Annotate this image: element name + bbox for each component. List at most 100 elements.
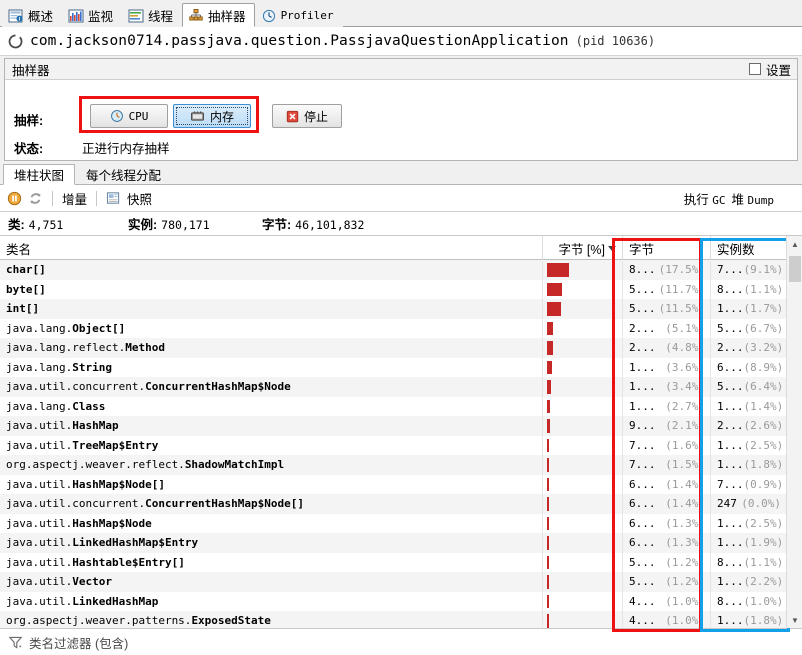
table-body: char[] 8... (17.5%) 7... (9.1%) byte[] 5... (11… xyxy=(0,260,802,628)
table-row[interactable]: java.util.Hashtable$Entry[] 5... (1.2%) 8..… xyxy=(0,552,802,572)
instances-percent: (1.1%) xyxy=(743,555,784,569)
tab-threads[interactable]: 线程 xyxy=(122,3,183,27)
class-name-filter-bar[interactable]: 类名过滤器 (包含) xyxy=(0,628,802,655)
table-row[interactable]: java.util.HashMap$Node[] 6... (1.4%) 7... (0… xyxy=(0,474,802,494)
column-header-instances[interactable]: 实例数 xyxy=(711,236,787,260)
column-header-bytes[interactable]: 字节 xyxy=(623,236,711,260)
cell-bytes: 4... (1.0%) xyxy=(623,591,711,611)
refresh-icon[interactable] xyxy=(28,191,43,206)
scroll-up-icon[interactable]: ▲ xyxy=(787,236,802,252)
table-row[interactable]: java.util.LinkedHashMap 4... (1.0%) 8... (1.… xyxy=(0,591,802,611)
cell-class-name: java.util.HashMap$Node xyxy=(0,513,543,533)
subtab-heap-histogram[interactable]: 堆柱状图 xyxy=(3,164,76,185)
column-header-class-name[interactable]: 类名 xyxy=(0,236,543,260)
instances-value: 5... xyxy=(717,380,744,393)
table-row[interactable]: org.aspectj.weaver.patterns.ExposedState… xyxy=(0,611,802,628)
table-row[interactable]: java.util.LinkedHashMap$Entry 6... (1.3%) 1… xyxy=(0,533,802,553)
stop-sampling-button[interactable]: 停止 xyxy=(272,104,342,128)
table-row[interactable]: java.lang.Class 1... (2.7%) 1... (1.4%) xyxy=(0,396,802,416)
cell-instances: 1... (1.8%) xyxy=(711,455,787,475)
table-row[interactable]: java.util.HashMap$Node 6... (1.3%) 1... (2.5… xyxy=(0,513,802,533)
cell-bytes-bar xyxy=(543,533,623,553)
table-row[interactable]: org.aspectj.weaver.reflect.ShadowMatchIm… xyxy=(0,455,802,475)
snapshot-icon[interactable] xyxy=(106,191,121,205)
cell-bytes-bar xyxy=(543,279,623,299)
class-package: java.util. xyxy=(6,536,73,549)
cell-bytes: 5... (11.7%) xyxy=(623,279,711,299)
bytes-percent-bar xyxy=(547,438,549,452)
bytes-percent: (1.5%) xyxy=(665,458,705,471)
bytes-value: 1... xyxy=(629,360,656,374)
table-row[interactable]: java.lang.String 1... (3.6%) 6... (8.9%) xyxy=(0,357,802,377)
cell-bytes-bar xyxy=(543,552,623,572)
delta-button[interactable]: 增量 xyxy=(62,189,87,208)
tab-profiler[interactable]: Profiler xyxy=(254,3,343,27)
bytes-percent: (1.0%) xyxy=(665,594,705,608)
table-row[interactable]: java.util.Vector 5... (1.2%) 1... (2.2%) xyxy=(0,572,802,592)
class-simple-name: Vector xyxy=(72,575,112,588)
cell-instances: 1... (1.7%) xyxy=(711,299,787,319)
sort-descending-icon xyxy=(608,245,616,251)
bytes-value: 8... xyxy=(629,263,656,276)
cell-instances: 1... (2.5%) xyxy=(711,513,787,533)
bytes-percent: (1.2%) xyxy=(665,555,705,569)
table-row[interactable]: java.lang.reflect.Method 2... (4.8%) 2... (3… xyxy=(0,338,802,358)
table-vertical-scrollbar[interactable]: ▲ ▼ xyxy=(786,236,802,628)
instances-value: 1... xyxy=(717,614,744,627)
perform-gc-button[interactable]: 执行 GC xyxy=(684,189,726,208)
table-row[interactable]: byte[] 5... (11.7%) 8... (1.1%) xyxy=(0,279,802,299)
tab-sampler[interactable]: 抽样器 xyxy=(182,3,255,27)
scroll-down-icon[interactable]: ▼ xyxy=(787,612,802,628)
column-header-bytes-percent[interactable]: 字节 [%] xyxy=(543,236,623,260)
table-row[interactable]: java.util.concurrent.ConcurrentHashMap$N… xyxy=(0,494,802,514)
subtab-per-thread-allocation[interactable]: 每个线程分配 xyxy=(75,163,172,184)
heap-dump-button[interactable]: 堆 Dump xyxy=(732,189,775,208)
cell-bytes-bar xyxy=(543,494,623,514)
stat-instances-label: 实例: xyxy=(128,218,158,232)
memory-sampling-button[interactable]: 内存 xyxy=(173,104,251,128)
instances-value: 2... xyxy=(717,419,744,432)
scrollbar-thumb[interactable] xyxy=(789,256,801,282)
settings-checkbox[interactable] xyxy=(748,63,761,75)
instances-percent: (1.1%) xyxy=(743,282,784,296)
table-row[interactable]: java.lang.Object[] 2... (5.1%) 5... (6.7%) xyxy=(0,318,802,338)
bytes-value: 6... xyxy=(629,536,656,549)
instances-value: 1... xyxy=(717,458,744,471)
table-row[interactable]: int[] 5... (11.5%) 1... (1.7%) xyxy=(0,299,802,319)
cell-bytes-bar xyxy=(543,611,623,628)
instances-value: 1... xyxy=(717,438,744,452)
snapshot-button[interactable]: 快照 xyxy=(127,189,152,208)
funnel-filter-icon[interactable] xyxy=(8,635,23,650)
bytes-percent: (11.7%) xyxy=(658,282,705,296)
cell-instances: 7... (9.1%) xyxy=(711,260,787,280)
cell-class-name: java.util.TreeMap$Entry xyxy=(0,435,543,455)
bytes-percent: (1.6%) xyxy=(665,438,705,452)
cell-class-name: java.lang.String xyxy=(0,357,543,377)
table-row[interactable]: java.util.concurrent.ConcurrentHashMap$N… xyxy=(0,377,802,397)
table-row[interactable]: java.util.TreeMap$Entry 7... (1.6%) 1... (2.… xyxy=(0,435,802,455)
instances-percent: (0.9%) xyxy=(743,477,784,491)
bytes-value: 4... xyxy=(629,614,656,627)
sampler-panel-body: 抽样: 状态: 正进行内存抽样 CPU 内存 停止 xyxy=(5,80,797,160)
stat-instances: 实例: 780,171 xyxy=(128,214,210,233)
pause-icon[interactable] xyxy=(7,191,22,206)
instances-percent: (1.8%) xyxy=(743,458,784,471)
tab-overview[interactable]: 概述 xyxy=(2,3,63,27)
instances-percent: (2.5%) xyxy=(743,516,784,530)
cell-bytes: 8... (17.5%) xyxy=(623,260,711,280)
cpu-sampling-button[interactable]: CPU xyxy=(90,104,168,128)
stat-classes-value: 4,751 xyxy=(28,218,64,232)
bytes-percent-bar xyxy=(547,263,569,277)
cell-bytes-bar xyxy=(543,318,623,338)
cell-instances: 8... (1.1%) xyxy=(711,552,787,572)
settings-checkbox-group[interactable]: 设置 xyxy=(748,60,791,79)
instances-percent: (0.0%) xyxy=(741,497,781,510)
class-package: java.lang. xyxy=(6,399,73,413)
dump-label: Dump xyxy=(747,193,775,207)
table-row[interactable]: char[] 8... (17.5%) 7... (9.1%) xyxy=(0,260,802,280)
class-package: java.lang. xyxy=(6,321,73,335)
table-row[interactable]: java.util.HashMap 9... (2.1%) 2... (2.6%) xyxy=(0,416,802,436)
tab-monitor[interactable]: 监视 xyxy=(62,3,123,27)
stat-bytes: 字节: 46,101,832 xyxy=(262,214,364,233)
instances-percent: (1.8%) xyxy=(743,614,784,627)
